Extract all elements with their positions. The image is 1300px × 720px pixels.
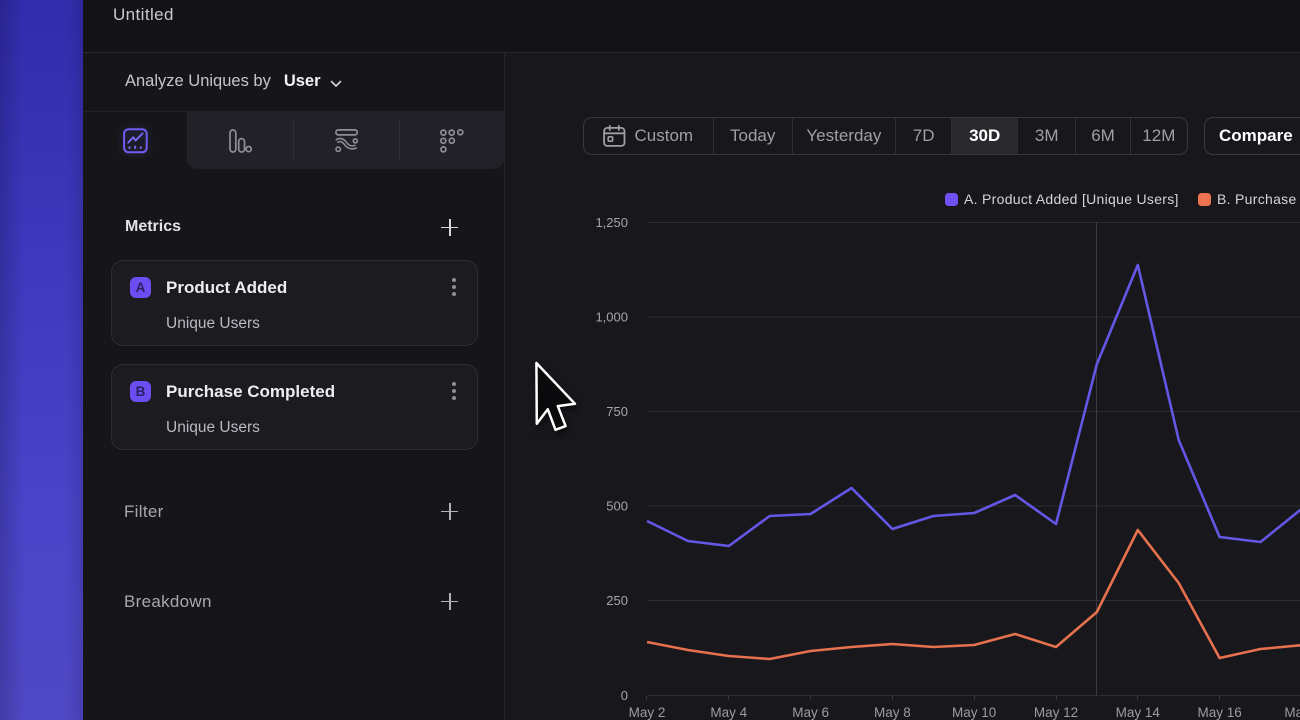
svg-text:May 6: May 6 — [792, 705, 829, 720]
svg-text:May 18: May 18 — [1284, 705, 1300, 720]
svg-text:1,250: 1,250 — [595, 215, 628, 230]
svg-text:May 4: May 4 — [710, 705, 747, 720]
svg-text:0: 0 — [621, 688, 628, 703]
svg-text:500: 500 — [606, 499, 628, 514]
svg-text:1,000: 1,000 — [595, 310, 628, 325]
svg-text:May 16: May 16 — [1197, 705, 1241, 720]
svg-text:May 14: May 14 — [1116, 705, 1161, 720]
svg-text:250: 250 — [606, 593, 628, 608]
svg-text:750: 750 — [606, 404, 628, 419]
svg-text:May 10: May 10 — [952, 705, 996, 720]
svg-text:May 2: May 2 — [629, 705, 666, 720]
svg-text:May 8: May 8 — [874, 705, 911, 720]
svg-text:May 12: May 12 — [1034, 705, 1078, 720]
